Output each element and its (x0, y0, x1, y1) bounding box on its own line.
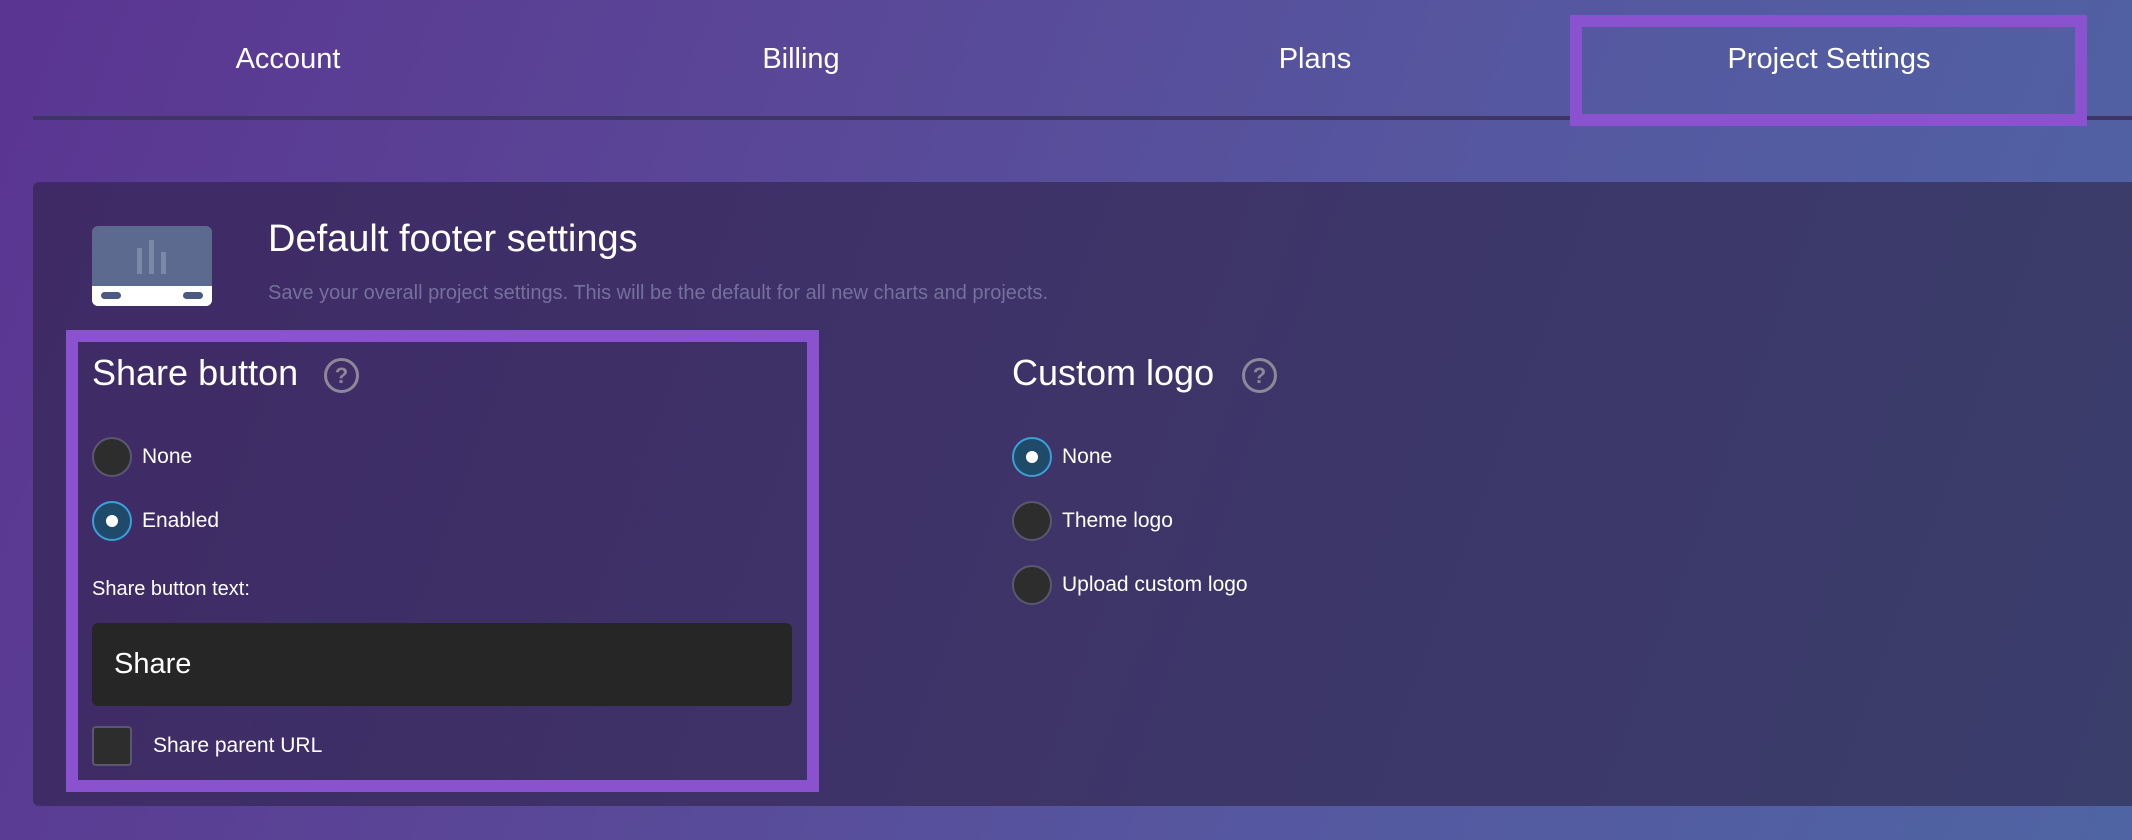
radio-label: None (142, 445, 193, 468)
custom-logo-title: Custom logo (1012, 352, 1215, 393)
tab-project-settings[interactable]: Project Settings (1573, 0, 2085, 118)
share-text-input[interactable]: Share (92, 623, 792, 706)
share-text-label: Share button text: (92, 578, 250, 600)
logo-option-none[interactable]: None (1012, 437, 1112, 477)
logo-option-upload[interactable]: Upload custom logo (1012, 565, 1248, 605)
logo-option-theme[interactable]: Theme logo (1012, 501, 1173, 541)
tab-account[interactable]: Account (33, 0, 543, 118)
radio-button-checked[interactable] (1012, 437, 1052, 477)
share-button-title: Share button (92, 352, 299, 393)
share-parent-url-label: Share parent URL (153, 734, 323, 757)
share-section-highlight (66, 330, 819, 792)
share-help-icon[interactable]: ? (324, 358, 359, 393)
radio-label: None (1062, 445, 1113, 468)
share-parent-url-checkbox[interactable] (92, 726, 132, 766)
footer-settings-card: Default footer settings Save your overal… (33, 182, 2132, 806)
radio-label: Theme logo (1062, 509, 1173, 532)
card-subtitle: Save your overall project settings. This… (268, 282, 1049, 304)
share-option-enabled[interactable]: Enabled (92, 501, 219, 541)
tab-billing[interactable]: Billing (545, 0, 1057, 118)
share-option-none[interactable]: None (92, 437, 192, 477)
radio-button-checked[interactable] (92, 501, 132, 541)
tab-plans[interactable]: Plans (1059, 0, 1571, 118)
logo-help-icon[interactable]: ? (1242, 358, 1277, 393)
radio-label: Upload custom logo (1062, 573, 1248, 596)
footer-preview-icon (92, 226, 212, 306)
card-title: Default footer settings (268, 218, 638, 260)
radio-button[interactable] (1012, 565, 1052, 605)
share-parent-url-option[interactable]: Share parent URL (92, 726, 322, 766)
radio-dot (1026, 451, 1038, 463)
settings-tab-bar: Account Billing Plans Project Settings (33, 0, 2132, 120)
radio-button[interactable] (92, 437, 132, 477)
radio-dot (106, 515, 118, 527)
radio-label: Enabled (142, 509, 220, 532)
radio-button[interactable] (1012, 501, 1052, 541)
